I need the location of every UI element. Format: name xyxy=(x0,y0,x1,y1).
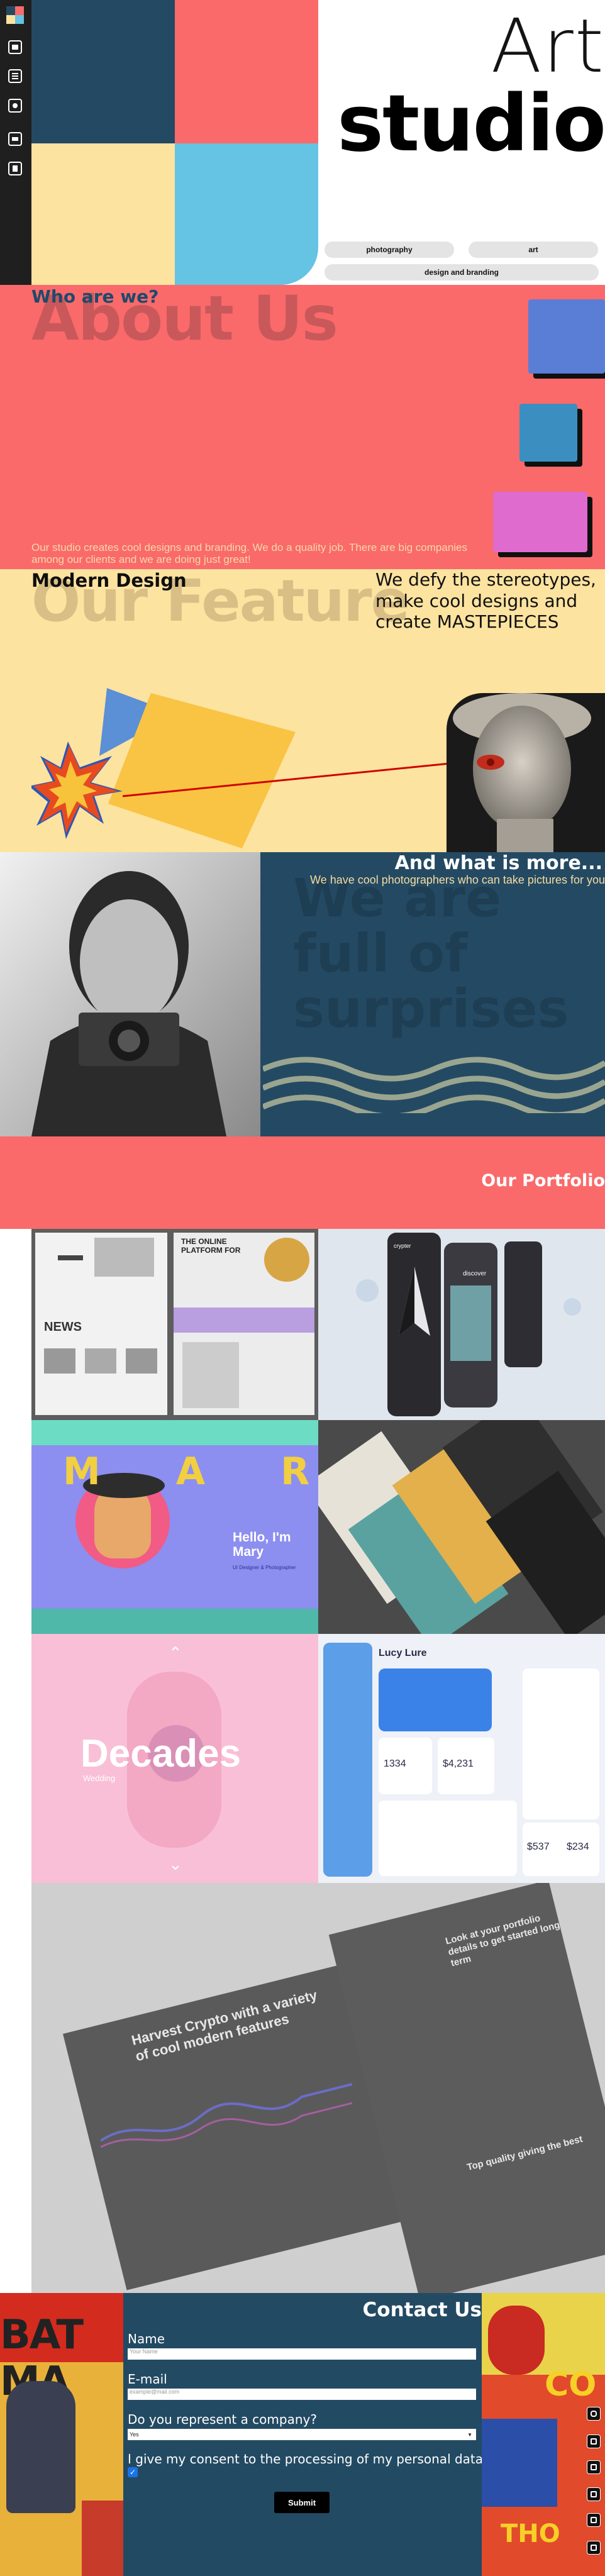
news-label: NEWS xyxy=(44,1320,82,1334)
portfolio-tile-mary[interactable]: MARY Hello, I'm Mary UI Designer & Photo… xyxy=(31,1420,318,1634)
stat-3: $537 xyxy=(527,1841,550,1852)
hero-square-sky xyxy=(175,143,318,285)
chevron-down-icon: ▼ xyxy=(467,2431,472,2438)
feature-shapes xyxy=(31,688,463,848)
about-text: Our studio creates cool designs and bran… xyxy=(31,541,468,565)
discover-label: discover xyxy=(463,1270,487,1277)
consent-label: I give my consent to the processing of m… xyxy=(128,2451,484,2467)
logo-icon[interactable] xyxy=(6,6,24,24)
list-icon[interactable] xyxy=(8,69,22,83)
portfolio-tile-news[interactable]: NEWS THE ONLINE PLATFORM FOR xyxy=(31,1229,318,1420)
teal-box xyxy=(519,404,577,462)
name-field[interactable]: Your Name xyxy=(128,2348,476,2360)
consent-checkbox[interactable]: ✓ xyxy=(128,2467,138,2477)
photo-icon[interactable] xyxy=(8,40,22,54)
portfolio-tile-dashboard[interactable]: Lucy Lure 1334 $4,231 $537 $234 xyxy=(318,1634,605,1883)
portfolio-title: Our Portfolio xyxy=(481,1171,605,1191)
crypter-label: crypter xyxy=(394,1243,411,1249)
email-field[interactable]: example@mail.com xyxy=(128,2389,476,2400)
stat-1: 1334 xyxy=(384,1758,406,1769)
surprise-subtext: We have cool photographers who can take … xyxy=(310,874,605,886)
photographer-image xyxy=(0,852,260,1136)
surprise-heading: And what is more... xyxy=(394,852,602,874)
chevron-down-icon[interactable]: ⌄ xyxy=(169,1855,182,1874)
platform-label: THE ONLINE PLATFORM FOR xyxy=(181,1237,241,1255)
portfolio-tile-cards[interactable] xyxy=(318,1420,605,1634)
instagram-icon[interactable] xyxy=(587,2407,601,2421)
sidebar xyxy=(0,0,31,285)
tag-design-branding[interactable]: design and branding xyxy=(325,264,599,280)
stat-4: $234 xyxy=(567,1841,589,1852)
company-value: Yes xyxy=(130,2431,139,2438)
facebook-icon[interactable] xyxy=(587,2434,601,2448)
mary-greeting: Hello, I'm Mary xyxy=(233,1530,291,1560)
document-icon[interactable] xyxy=(8,162,22,175)
mail-icon[interactable] xyxy=(587,2541,601,2555)
about-question: Who are we? xyxy=(31,286,159,307)
hero-title-studio: studio xyxy=(337,79,605,169)
name-label: Name xyxy=(128,2331,165,2346)
stat-2: $4,231 xyxy=(443,1758,474,1769)
blue-box xyxy=(528,299,605,374)
pink-box xyxy=(493,492,587,552)
contact-title: Contact Us xyxy=(362,2299,482,2321)
portfolio-tile-crypter[interactable]: crypter discover xyxy=(318,1229,605,1420)
hero-square-cream xyxy=(31,143,175,285)
email-label: E-mail xyxy=(128,2372,167,2387)
image-icon[interactable] xyxy=(8,132,22,146)
tag-photography[interactable]: photography xyxy=(325,242,454,258)
dashboard-user: Lucy Lure xyxy=(379,1648,427,1658)
chevron-up-icon[interactable]: ⌃ xyxy=(169,1644,182,1663)
statue-image xyxy=(447,693,605,852)
mary-label: MARY xyxy=(63,1450,318,1494)
feature-tagline: We defy the stereotypes, make cool desig… xyxy=(375,569,596,633)
company-label: Do you represent a company? xyxy=(128,2412,317,2427)
hero-square-navy xyxy=(31,0,175,143)
camera-icon[interactable] xyxy=(8,99,22,113)
spiderman-comic-image: CO THO xyxy=(482,2293,605,2576)
mary-role: UI Designer & Photographer xyxy=(233,1565,296,1570)
portfolio-tile-decades[interactable]: Decades Wedding ⌃ ⌄ xyxy=(31,1634,318,1883)
portfolio-tile-harvest[interactable]: Harvest Crypto with a variety of cool mo… xyxy=(31,1883,605,2293)
submit-button[interactable]: Submit xyxy=(274,2492,330,2513)
linkedin-icon[interactable] xyxy=(587,2487,601,2501)
hero-title-art: Art xyxy=(491,3,605,89)
decades-sub: Wedding xyxy=(83,1774,116,1783)
tag-art[interactable]: art xyxy=(469,242,598,258)
decades-title: Decades xyxy=(80,1732,241,1775)
hero-square-coral xyxy=(175,0,318,143)
tiktok-icon[interactable] xyxy=(587,2513,601,2527)
company-select[interactable]: Yes ▼ xyxy=(128,2429,476,2440)
surprise-background-text: We are full of surprises xyxy=(293,867,569,1040)
twitter-icon[interactable] xyxy=(587,2460,601,2474)
wave-lines xyxy=(263,1057,605,1113)
batman-comic-image: BAT MA xyxy=(0,2293,123,2576)
feature-heading: Modern Design xyxy=(31,570,187,591)
